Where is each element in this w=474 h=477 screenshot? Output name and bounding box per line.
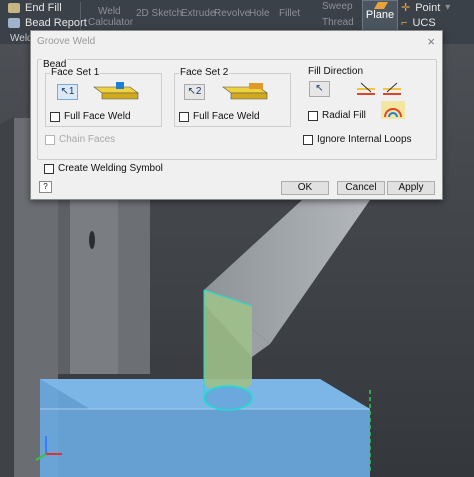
- face-set-1-select-button[interactable]: ↖1: [57, 84, 78, 100]
- radial-fill-icon: [381, 101, 405, 119]
- face-set-1-group: Face Set 1 ↖1 Full Face Weld: [45, 67, 162, 127]
- revolve-button[interactable]: Revolve: [214, 8, 250, 19]
- ucs-icon: ⌐: [401, 17, 408, 29]
- face-set-2-label: Face Set 2: [179, 67, 230, 78]
- face-set-2-group: Face Set 2 ↖2 Full Face Weld: [174, 67, 291, 127]
- weld-calculator-label-2: Calculator: [88, 17, 134, 28]
- hole-button[interactable]: Hole: [249, 8, 270, 19]
- cursor-icon: ↖: [315, 83, 324, 94]
- fill-direction-2-icon[interactable]: [381, 80, 403, 98]
- fill-direction-1-icon[interactable]: [355, 80, 377, 98]
- 2d-sketch-button[interactable]: 2D Sketch: [136, 8, 182, 19]
- cancel-button[interactable]: Cancel: [337, 181, 385, 195]
- bead-report-icon: [8, 18, 20, 28]
- point-dropdown-icon[interactable]: ▾: [445, 2, 450, 13]
- close-icon[interactable]: ×: [427, 34, 435, 49]
- checkbox[interactable]: [179, 111, 189, 122]
- face-set-2-select-button[interactable]: ↖2: [184, 84, 205, 100]
- groove-weld-dialog: Groove Weld × Bead Face Set 1 ↖1 Full Fa…: [30, 30, 443, 200]
- bead-report-button[interactable]: Bead Report: [8, 17, 87, 29]
- fillet-button[interactable]: Fillet: [279, 8, 300, 19]
- bead-group: Bead Face Set 1 ↖1 Full Face Weld Face S…: [37, 59, 437, 160]
- point-button[interactable]: ✛ Point ▾: [401, 1, 450, 15]
- face-set-1-label: Face Set 1: [50, 67, 101, 78]
- bolt-hole: [89, 231, 95, 249]
- weld-calculator-button[interactable]: Weld: [98, 6, 121, 17]
- face-set-1-preview-icon: [93, 82, 139, 100]
- face-set-2-preview-icon: [222, 83, 268, 100]
- checkbox[interactable]: [308, 110, 318, 121]
- extrude-button[interactable]: Extrude: [181, 8, 215, 19]
- plane-button[interactable]: Plane: [362, 0, 398, 32]
- fill-direction-group: Fill Direction ↖ Radial Fill: [303, 66, 431, 128]
- end-fill-button[interactable]: End Fill: [8, 2, 62, 14]
- face-set-1-full-face-weld[interactable]: Full Face Weld: [50, 111, 131, 122]
- fill-direction-label: Fill Direction: [308, 66, 364, 77]
- weld-bead: [204, 290, 252, 394]
- checkbox: [45, 134, 55, 145]
- face-set-2-full-face-weld[interactable]: Full Face Weld: [179, 111, 260, 122]
- chain-faces-checkbox: Chain Faces: [45, 134, 115, 145]
- cursor-icon: ↖: [60, 86, 69, 97]
- post-block-side: [118, 194, 150, 374]
- radial-fill-checkbox[interactable]: Radial Fill: [308, 110, 366, 121]
- plane-icon: [373, 2, 389, 9]
- checkbox[interactable]: [303, 134, 313, 145]
- dialog-title: Groove Weld: [37, 36, 96, 47]
- ok-button[interactable]: OK: [281, 181, 329, 195]
- ignore-internal-loops-checkbox[interactable]: Ignore Internal Loops: [303, 134, 412, 145]
- left-slab: [0, 117, 14, 477]
- checkbox[interactable]: [44, 163, 54, 174]
- sweep-button[interactable]: Sweep: [322, 1, 353, 12]
- create-welding-symbol-checkbox[interactable]: Create Welding Symbol: [44, 163, 163, 174]
- thread-button[interactable]: Thread: [322, 17, 354, 28]
- checkbox[interactable]: [50, 111, 60, 122]
- weld-base-edge: [203, 385, 253, 411]
- help-icon[interactable]: ?: [39, 181, 52, 193]
- end-fill-icon: [8, 3, 20, 13]
- apply-button[interactable]: Apply: [387, 181, 435, 195]
- ucs-button[interactable]: ⌐ UCS: [401, 17, 436, 29]
- cursor-icon: ↖: [187, 86, 196, 97]
- fill-direction-select-button[interactable]: ↖: [309, 81, 330, 97]
- point-icon: ✛: [401, 2, 411, 14]
